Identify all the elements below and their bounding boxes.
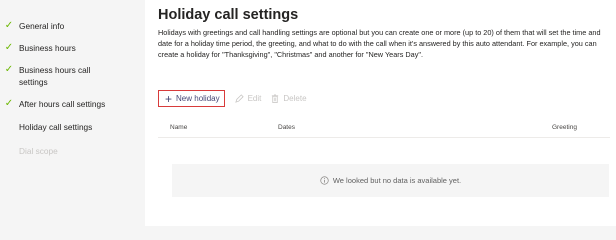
empty-state: We looked but no data is available yet. [172, 164, 609, 197]
new-holiday-label: New holiday [176, 94, 220, 103]
sidebar-item-general-info[interactable]: ✓ General info [0, 20, 135, 32]
column-header-greeting[interactable]: Greeting [552, 124, 577, 131]
page-description: Holidays with greetings and call handlin… [158, 28, 601, 59]
trash-icon [271, 94, 279, 103]
wizard-sidebar: ✓ General info ✓ Business hours ✓ Busine… [0, 0, 135, 226]
toolbar: + New holiday Edit Delete [158, 90, 317, 107]
info-icon [320, 176, 329, 185]
sidebar-item-label: After hours call settings [19, 99, 106, 109]
sidebar-item-label: Business hours [19, 43, 76, 53]
sidebar-item-dial-scope: Dial scope [0, 145, 135, 157]
header-divider [158, 137, 610, 138]
checkmark-icon: ✓ [4, 64, 14, 75]
sidebar-item-label: Dial scope [19, 146, 58, 156]
page-title: Holiday call settings [158, 7, 299, 23]
checkmark-icon: ✓ [4, 42, 14, 53]
sidebar-item-after-hours-call-settings[interactable]: ✓ After hours call settings [0, 98, 135, 110]
checkmark-icon: ✓ [4, 98, 14, 109]
column-header-name[interactable]: Name [170, 124, 187, 131]
edit-button[interactable]: Edit [234, 90, 262, 107]
column-header-dates[interactable]: Dates [278, 124, 295, 131]
checkmark-icon: ✓ [4, 20, 14, 31]
plus-icon: + [165, 91, 173, 106]
sidebar-item-label: Holiday call settings [19, 122, 93, 132]
delete-label: Delete [283, 94, 307, 103]
sidebar-item-business-hours[interactable]: ✓ Business hours [0, 42, 135, 54]
sidebar-item-business-hours-call-settings[interactable]: ✓ Business hours call settings [0, 64, 135, 88]
main-panel: Holiday call settings Holidays with gree… [145, 0, 616, 226]
sidebar-item-label: Business hours call settings [19, 65, 91, 87]
new-holiday-button[interactable]: + New holiday [158, 90, 225, 107]
edit-label: Edit [247, 94, 262, 103]
sidebar-item-label: General info [19, 21, 65, 31]
pencil-icon [234, 94, 244, 103]
empty-message: We looked but no data is available yet. [332, 176, 462, 185]
table-header: Name Dates Greeting [158, 124, 610, 134]
sidebar-item-holiday-call-settings[interactable]: Holiday call settings [0, 121, 135, 133]
delete-button[interactable]: Delete [271, 90, 307, 107]
